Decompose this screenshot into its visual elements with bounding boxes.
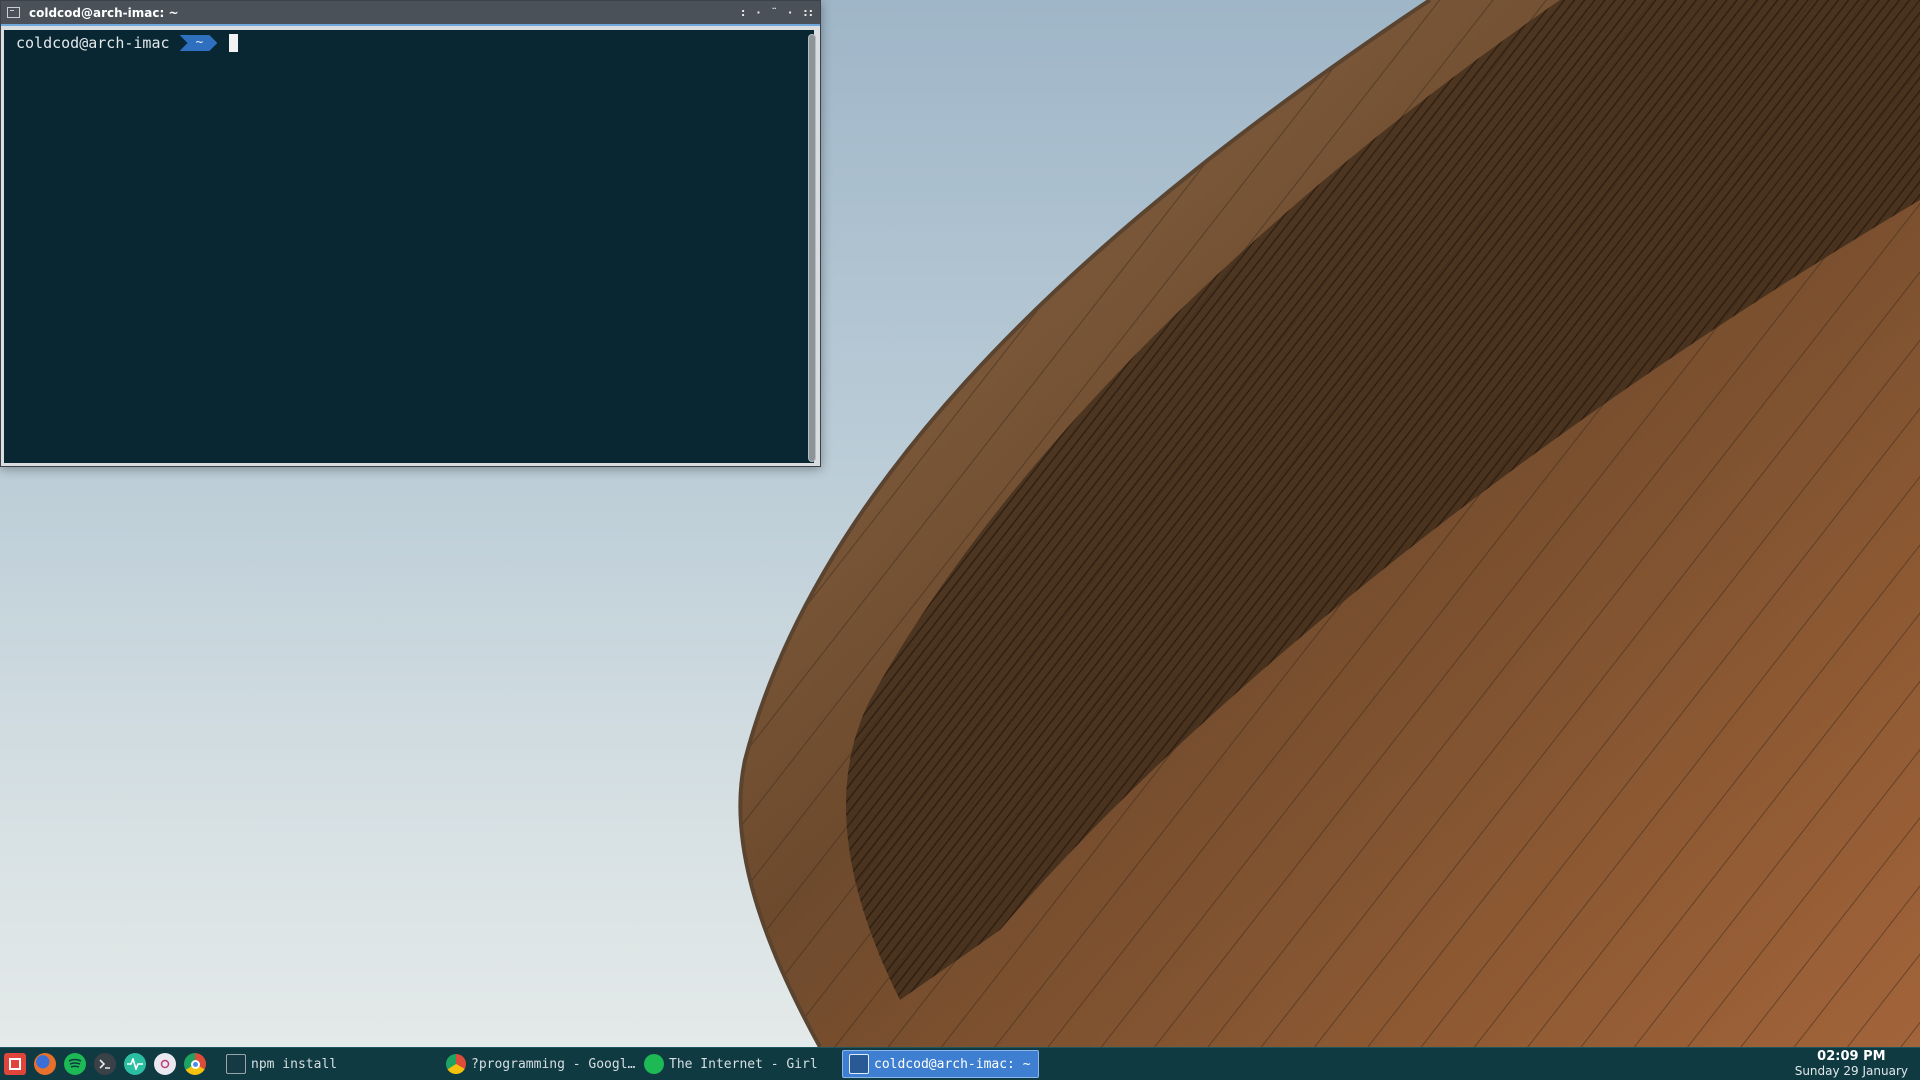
task-chrome-programming[interactable]: ?programming - Googl… [440, 1050, 638, 1078]
terminal-icon [7, 7, 20, 18]
quick-launch [0, 1053, 206, 1075]
minimize-button[interactable]: · [756, 6, 761, 19]
text-cursor [229, 34, 239, 52]
shell-prompt: coldcod@arch-imac ~ [16, 33, 239, 53]
terminal-output[interactable]: coldcod@arch-imac ~ [4, 30, 814, 463]
terminal-window[interactable]: coldcod@arch-imac: ~ : · ¨ · :: coldcod@… [0, 0, 821, 467]
terminal-icon [226, 1054, 246, 1074]
window-title: coldcod@arch-imac: ~ [29, 5, 179, 20]
chrome-icon [446, 1054, 466, 1074]
clock-time: 02:09 PM [1817, 1049, 1886, 1064]
task-spotify[interactable]: The Internet - Girl [638, 1050, 838, 1078]
terminal-icon [849, 1054, 869, 1074]
spotify-icon[interactable] [64, 1053, 86, 1075]
taskbar: npm install ?programming - Googl… The In… [0, 1047, 1920, 1080]
settings-icon[interactable] [154, 1053, 176, 1075]
firefox-icon[interactable] [34, 1053, 56, 1075]
chrome-icon[interactable] [184, 1053, 206, 1075]
window-controls: : · ¨ · :: [741, 6, 814, 19]
prompt-directory: ~ [180, 35, 218, 51]
system-monitor-icon[interactable] [124, 1053, 146, 1075]
spotify-icon [644, 1054, 664, 1074]
task-label: ?programming - Googl… [471, 1056, 636, 1072]
scrollbar-thumb[interactable] [809, 35, 815, 461]
task-label: The Internet - Girl [669, 1056, 818, 1072]
clock[interactable]: 02:09 PM Sunday 29 January [1794, 1049, 1920, 1079]
task-npm-install[interactable]: npm install [220, 1050, 420, 1078]
terminal-titlebar[interactable]: coldcod@arch-imac: ~ : · ¨ · :: [1, 1, 820, 26]
terminal-scrollbar[interactable] [808, 34, 816, 462]
task-label: coldcod@arch-imac: ~ [874, 1056, 1031, 1072]
prompt-user: coldcod@arch-imac [16, 34, 170, 52]
task-label: npm install [251, 1056, 338, 1072]
maximize-button[interactable]: · [788, 6, 793, 19]
close-button[interactable]: :: [803, 6, 814, 19]
sticky-button[interactable]: : [741, 6, 746, 19]
shade-button[interactable]: ¨ [772, 6, 779, 19]
clock-date: Sunday 29 January [1794, 1064, 1908, 1078]
terminal-icon[interactable] [94, 1053, 116, 1075]
task-terminal-active[interactable]: coldcod@arch-imac: ~ [842, 1050, 1039, 1078]
app-menu-icon[interactable] [4, 1053, 26, 1075]
